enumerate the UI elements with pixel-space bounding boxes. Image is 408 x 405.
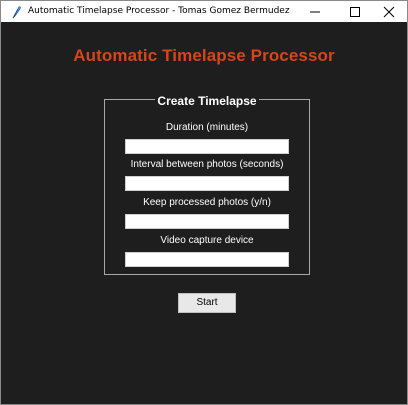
duration-input[interactable]	[125, 139, 289, 154]
keep-photos-label: Keep processed photos (y/n)	[143, 197, 271, 208]
create-timelapse-group: Create Timelapse Duration (minutes) Inte…	[104, 94, 310, 275]
maximize-button[interactable]	[337, 1, 373, 22]
keep-photos-input[interactable]	[125, 214, 289, 229]
capture-device-label: Video capture device	[160, 235, 254, 246]
minimize-button[interactable]	[297, 1, 333, 22]
feather-icon	[9, 4, 23, 19]
maximize-icon	[350, 7, 360, 17]
close-button[interactable]	[371, 1, 407, 22]
title-bar[interactable]: Automatic Timelapse Processor - Tomas Go…	[1, 1, 407, 22]
page-title: Automatic Timelapse Processor	[73, 46, 335, 65]
main-panel: Automatic Timelapse Processor Create Tim…	[2, 22, 406, 403]
capture-device-input[interactable]	[125, 252, 289, 267]
close-icon	[383, 6, 395, 18]
group-legend-label: Create Timelapse	[155, 94, 259, 108]
window-title: Automatic Timelapse Processor - Tomas Go…	[28, 6, 290, 16]
duration-label: Duration (minutes)	[165, 122, 249, 133]
app-window: Automatic Timelapse Processor - Tomas Go…	[0, 0, 408, 405]
interval-input[interactable]	[125, 176, 289, 191]
interval-label: Interval between photos (seconds)	[130, 159, 284, 170]
start-button[interactable]: Start	[178, 293, 236, 313]
minimize-icon	[310, 11, 320, 13]
group-legend: Create Timelapse	[105, 92, 309, 110]
